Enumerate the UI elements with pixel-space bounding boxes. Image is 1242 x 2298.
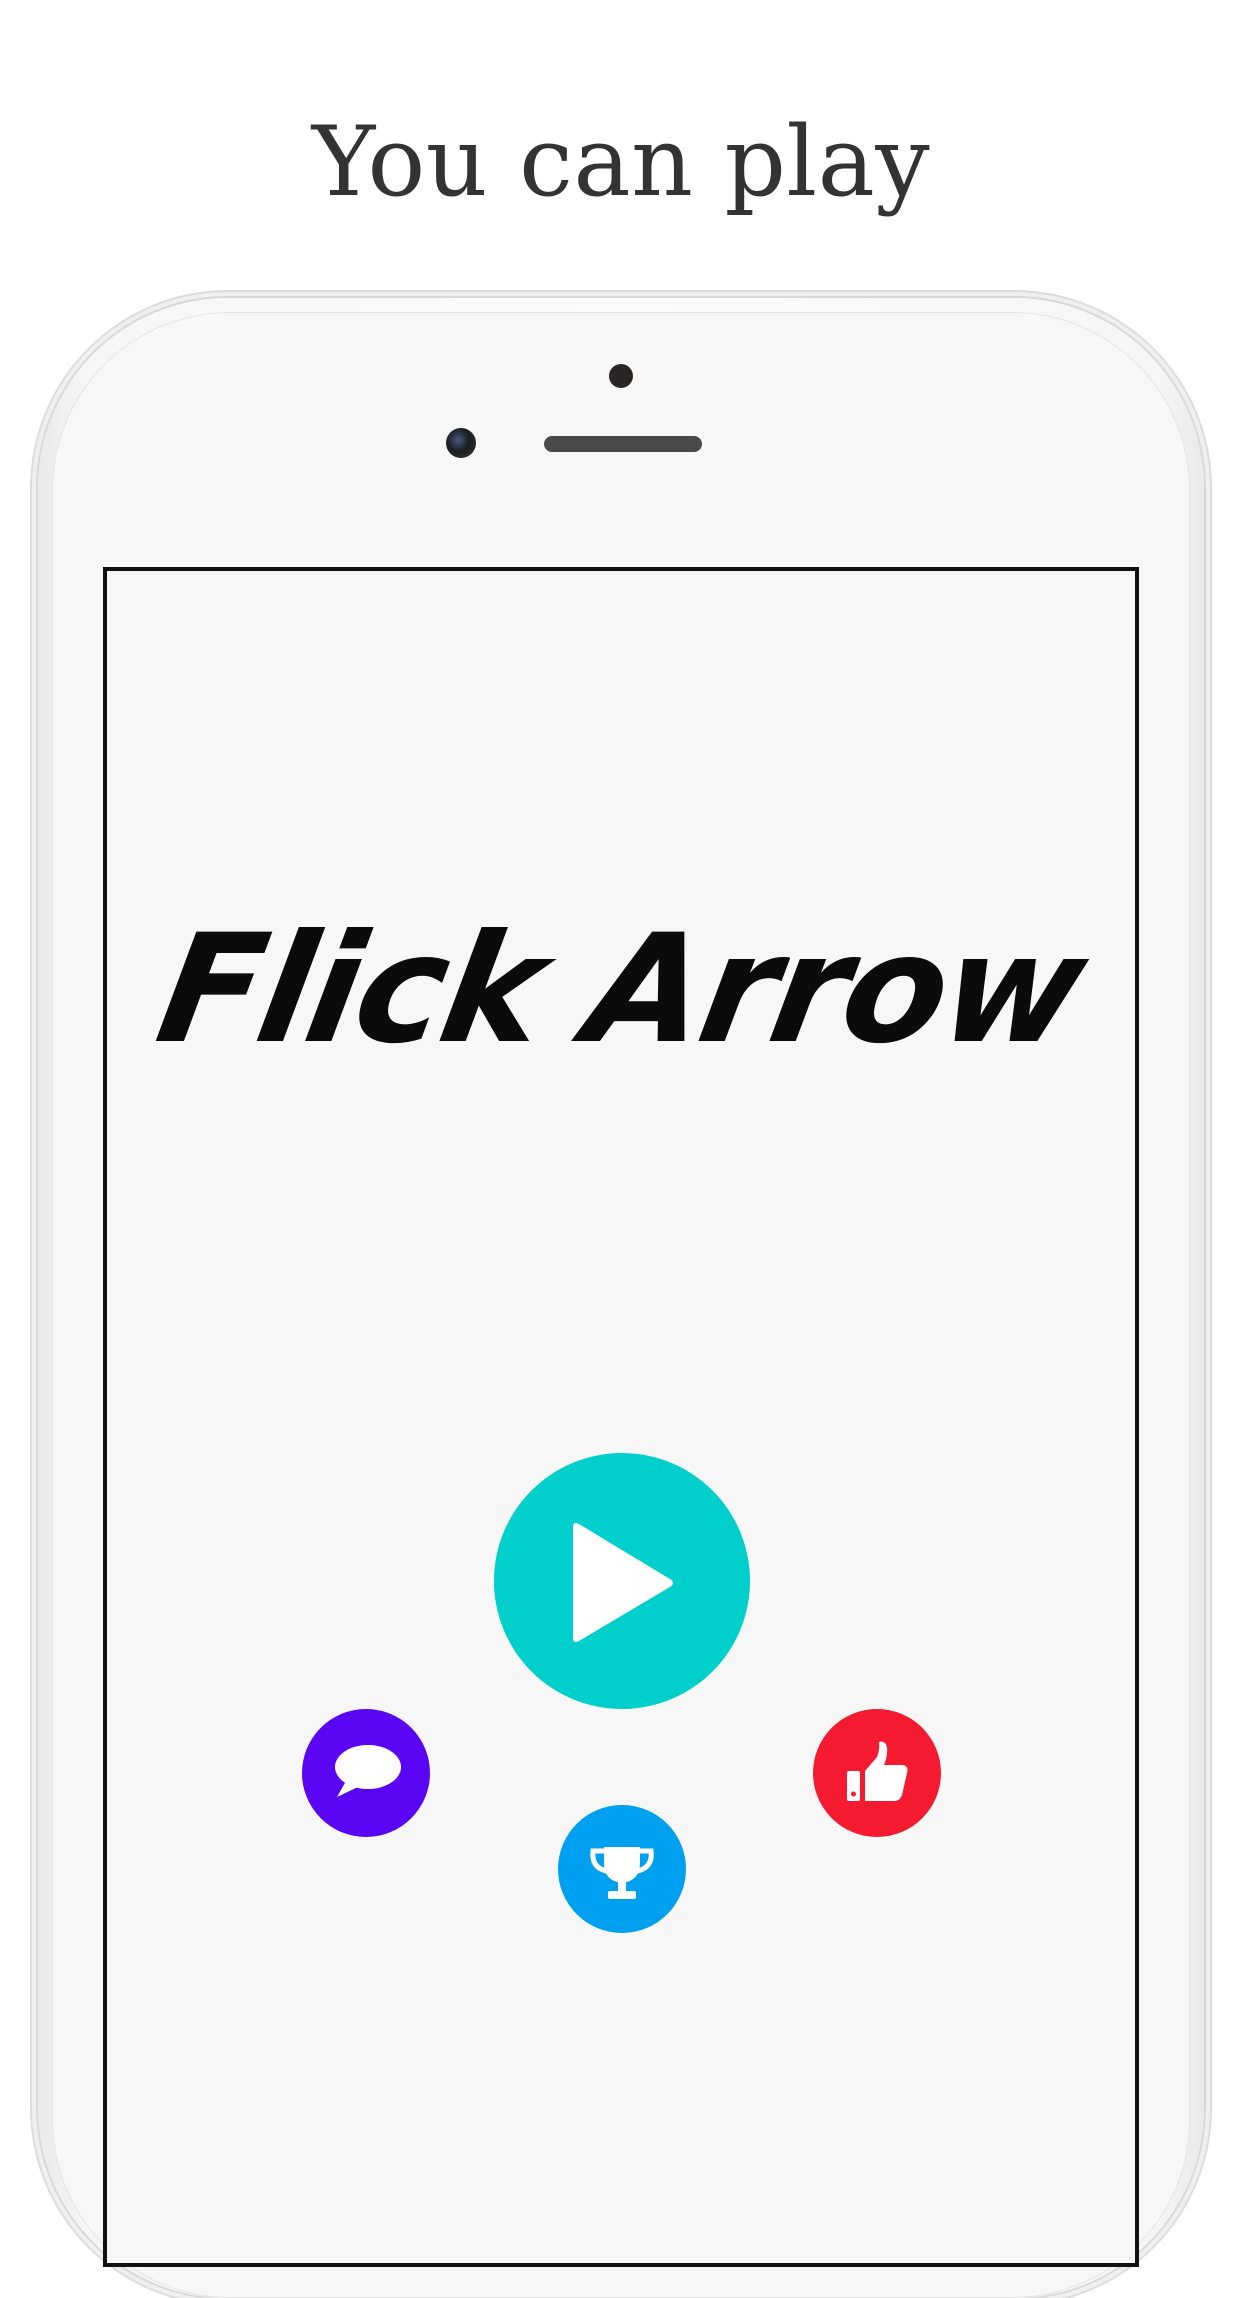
proximity-sensor <box>609 364 633 388</box>
play-icon <box>573 1523 673 1642</box>
thumbs-up-icon <box>847 1741 908 1801</box>
leaderboard-button[interactable] <box>558 1805 686 1933</box>
chat-button[interactable] <box>302 1709 430 1837</box>
game-title: Flick Arrow <box>146 903 1096 1077</box>
phone-power-button <box>1203 755 1211 905</box>
headline: You can play <box>311 106 931 218</box>
speech-bubble-icon <box>335 1745 401 1797</box>
play-button[interactable] <box>494 1453 750 1709</box>
front-camera <box>446 428 476 458</box>
like-button[interactable] <box>813 1709 941 1837</box>
phone-screen <box>103 567 1139 2267</box>
earpiece-speaker <box>544 436 702 452</box>
trophy-icon <box>590 1847 654 1899</box>
